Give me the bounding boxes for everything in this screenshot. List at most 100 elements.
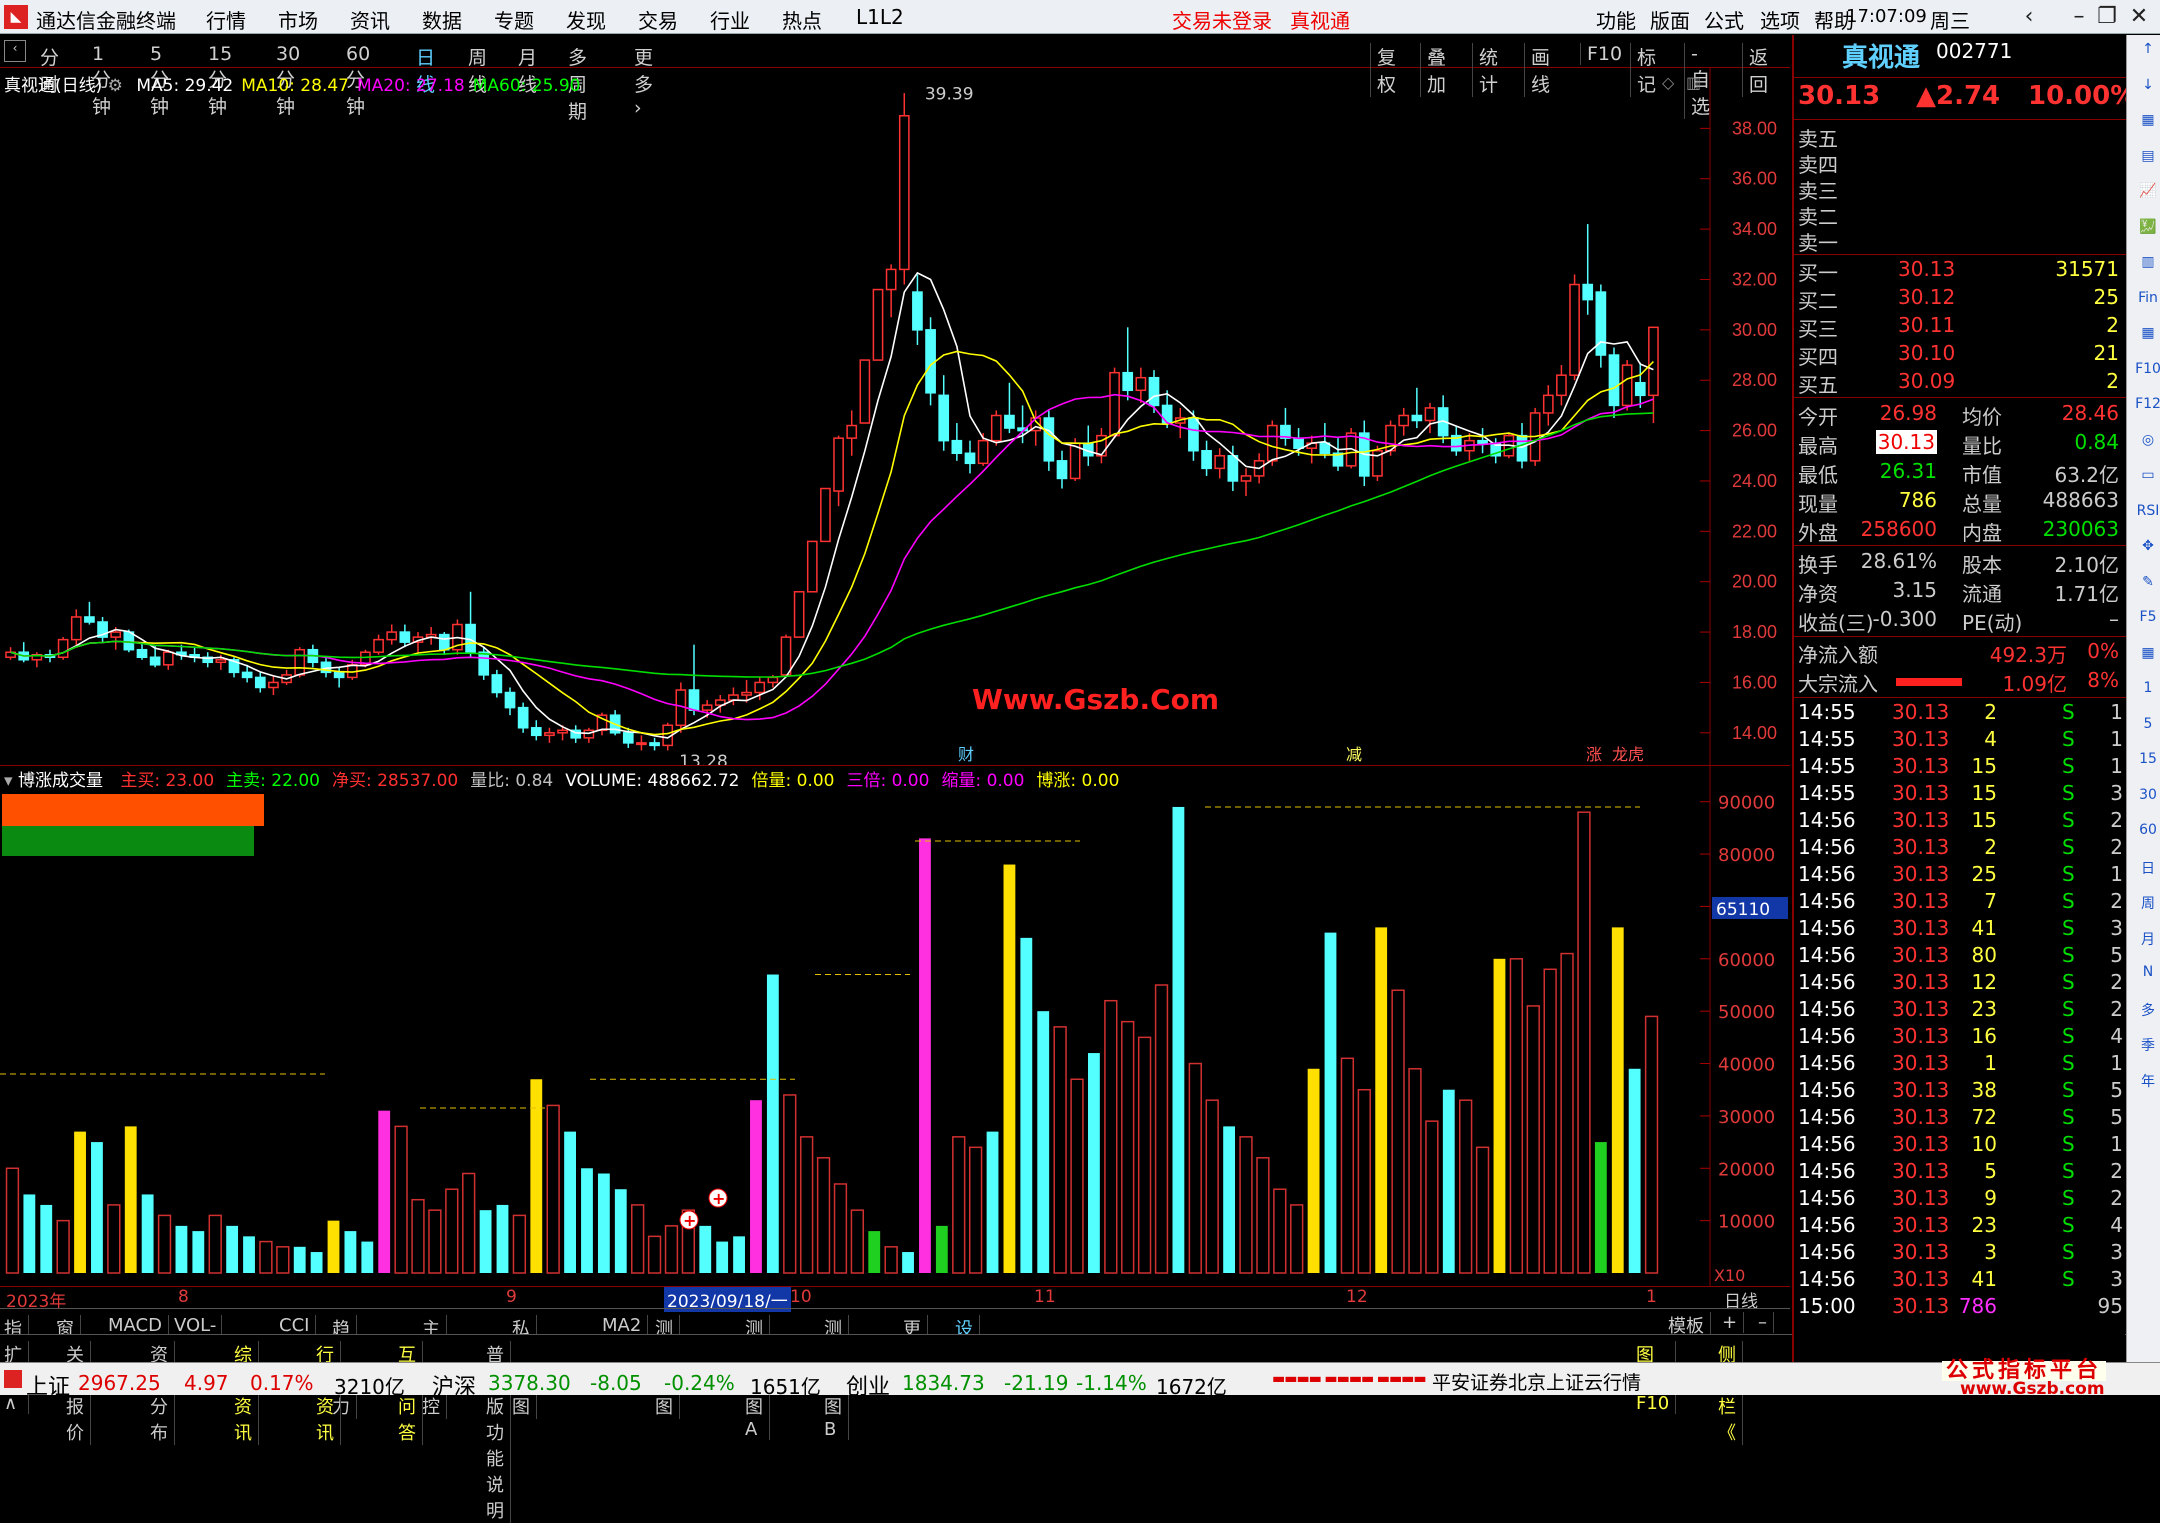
bid-price: 30.09 — [1898, 369, 1956, 393]
tool-4[interactable]: F10 — [1580, 43, 1622, 65]
menu-9[interactable]: L1L2 — [856, 5, 904, 29]
menu-3[interactable]: 数据 — [422, 5, 462, 34]
right-menu-3[interactable]: 选项 — [1760, 5, 1800, 34]
tick-time: 14:56 — [1798, 835, 1856, 859]
restore-icon[interactable]: ❐ — [2092, 4, 2122, 30]
tick-row: 14:56 30.13 5 S 2 — [1794, 1159, 2127, 1187]
quote-divider — [1794, 77, 2127, 78]
menu-7[interactable]: 行业 — [710, 5, 750, 34]
tick-time: 14:56 — [1798, 1267, 1856, 1291]
tick-price: 30.13 — [1892, 997, 1950, 1021]
index-name-2[interactable]: 创业 — [846, 1369, 890, 1401]
trade-status[interactable]: 交易未登录 — [1172, 5, 1272, 34]
sidebar-icon-29[interactable]: 年 — [2135, 1071, 2160, 1097]
sidebar-icon-0[interactable]: ↑ — [2135, 41, 2160, 67]
volume-bar — [361, 1241, 374, 1273]
index-name-1[interactable]: 沪深 — [432, 1369, 476, 1401]
candle-body — [649, 742, 660, 747]
tick-count: 1 — [2110, 754, 2123, 778]
menu-0[interactable]: 行情 — [206, 5, 246, 34]
indicator-tab-8[interactable]: MA2 — [602, 1315, 649, 1336]
tick-side: S — [2062, 835, 2075, 859]
remove-icon[interactable]: – — [1758, 1312, 1774, 1333]
sidebar-icon-14[interactable]: ✥ — [2135, 538, 2160, 564]
volume-bar — [1357, 1088, 1371, 1274]
sidebar-icon-25[interactable]: 月 — [2135, 929, 2160, 955]
sidebar-icon-10[interactable]: F12 — [2135, 396, 2160, 422]
back-icon[interactable]: ‹ — [2014, 4, 2044, 30]
sidebar-icon-9[interactable]: F10 — [2135, 361, 2160, 387]
tick-volume: 15 — [1971, 808, 1997, 832]
volume-panel[interactable]: ▾ 博涨成交量 主买: 23.00 主卖: 22.00 净买: 28537.00 量比… — [0, 766, 1790, 1286]
menu-8[interactable]: 热点 — [782, 5, 822, 34]
sidebar-icon-24[interactable]: 周 — [2135, 893, 2160, 919]
sidebar-icon-3[interactable]: ▤ — [2135, 148, 2160, 174]
menu-6[interactable]: 交易 — [638, 5, 678, 34]
sidebar-icon-17[interactable]: ▦ — [2135, 645, 2160, 671]
kline-marker: 龙虎 — [1612, 745, 1644, 764]
volume-bar — [141, 1194, 154, 1273]
right-menu-2[interactable]: 公式 — [1704, 5, 1744, 34]
candle-body — [938, 394, 950, 442]
tick-side: S — [2062, 1267, 2075, 1291]
flow-label: 大宗流入 — [1798, 672, 1878, 696]
candle-body — [399, 631, 411, 643]
tick-volume: 16 — [1971, 1024, 1997, 1048]
stat2-row: 收益(三) -0.300 PE(动) – — [1794, 607, 2127, 635]
add-icon[interactable]: + — [1722, 1312, 1745, 1333]
sidebar-icon-8[interactable]: ▦ — [2135, 325, 2160, 351]
sidebar-icon-13[interactable]: RSI — [2135, 503, 2160, 529]
right-menu-0[interactable]: 功能 — [1596, 5, 1636, 34]
menu-4[interactable]: 专题 — [494, 5, 534, 34]
sidebar-icon-7[interactable]: Fin — [2135, 290, 2160, 316]
minimize-icon[interactable]: – — [2064, 4, 2094, 30]
volume-bar — [1223, 1126, 1236, 1273]
index-change-0: 4.97 — [184, 1371, 229, 1395]
sidebar-icon-4[interactable]: 📈 — [2135, 183, 2160, 209]
tick-side: S — [2062, 727, 2075, 751]
sidebar-icon-6[interactable]: ▥ — [2135, 254, 2160, 280]
close-icon[interactable]: ✕ — [2124, 4, 2154, 30]
sidebar-icon-12[interactable]: ▭ — [2135, 467, 2160, 493]
menu-1[interactable]: 市场 — [278, 5, 318, 34]
menu-5[interactable]: 发现 — [566, 5, 606, 34]
indicator-tab-4[interactable]: CCI — [279, 1315, 317, 1336]
tick-time: 14:56 — [1798, 1132, 1856, 1156]
volume-bar — [192, 1231, 205, 1273]
index-pct-0: 0.17% — [250, 1371, 314, 1395]
tick-volume: 41 — [1971, 1267, 1997, 1291]
tick-count: 5 — [2110, 1105, 2123, 1129]
index-value-1: 3378.30 — [488, 1371, 571, 1395]
sidebar-icon-22[interactable]: 60 — [2135, 822, 2160, 848]
sidebar-icon-23[interactable]: 日 — [2135, 858, 2160, 884]
menu-2[interactable]: 资讯 — [350, 5, 390, 34]
sidebar-icon-16[interactable]: F5 — [2135, 609, 2160, 635]
y-tick-label: 30.00 — [1732, 320, 1777, 340]
sidebar-icon-27[interactable]: 多 — [2135, 1000, 2160, 1026]
sidebar-icon-1[interactable]: ↓ — [2135, 77, 2160, 103]
tick-time: 15:00 — [1798, 1294, 1856, 1318]
right-menu-1[interactable]: 版面 — [1650, 5, 1690, 34]
candle-body — [110, 631, 122, 638]
candle-body — [70, 616, 82, 641]
sidebar-icon-15[interactable]: ✎ — [2135, 574, 2160, 600]
sidebar-icon-11[interactable]: ◎ — [2135, 432, 2160, 458]
sidebar-icon-2[interactable]: ▦ — [2135, 112, 2160, 138]
sidebar-icon-19[interactable]: 5 — [2135, 716, 2160, 742]
kline-panel[interactable]: 真视通(日线) ⚙ MA5: 29.42 MA10: 28.47 MA20: 27.… — [0, 68, 1790, 765]
flow-row: 净流入额 492.3万 0% — [1794, 639, 2127, 667]
collapse-icon[interactable]: ‹ — [4, 40, 26, 62]
indicator-tab-2[interactable]: MACD — [108, 1315, 169, 1336]
sidebar-icon-20[interactable]: 15 — [2135, 751, 2160, 777]
index-name-0[interactable]: 上证 — [26, 1369, 70, 1401]
watermark: Www.Gszb.Com — [972, 683, 1219, 716]
sidebar-icon-26[interactable]: N — [2135, 964, 2160, 990]
sidebar-icon-21[interactable]: 30 — [2135, 787, 2160, 813]
sidebar-icon-5[interactable]: 💹 — [2135, 219, 2160, 245]
volume-bar — [344, 1231, 357, 1273]
volume-bar — [1307, 1068, 1320, 1273]
sidebar-icon-28[interactable]: 季 — [2135, 1035, 2160, 1061]
server-name: 平安证券北京上证云行情 — [1432, 1372, 1642, 1394]
period-toolbar: ‹ 分时 1分钟 5分钟 15分钟 30分钟 60分钟 日线 周线 月线 多周期 更多 › 复权 叠加… — [0, 35, 1790, 123]
sidebar-icon-18[interactable]: 1 — [2135, 680, 2160, 706]
